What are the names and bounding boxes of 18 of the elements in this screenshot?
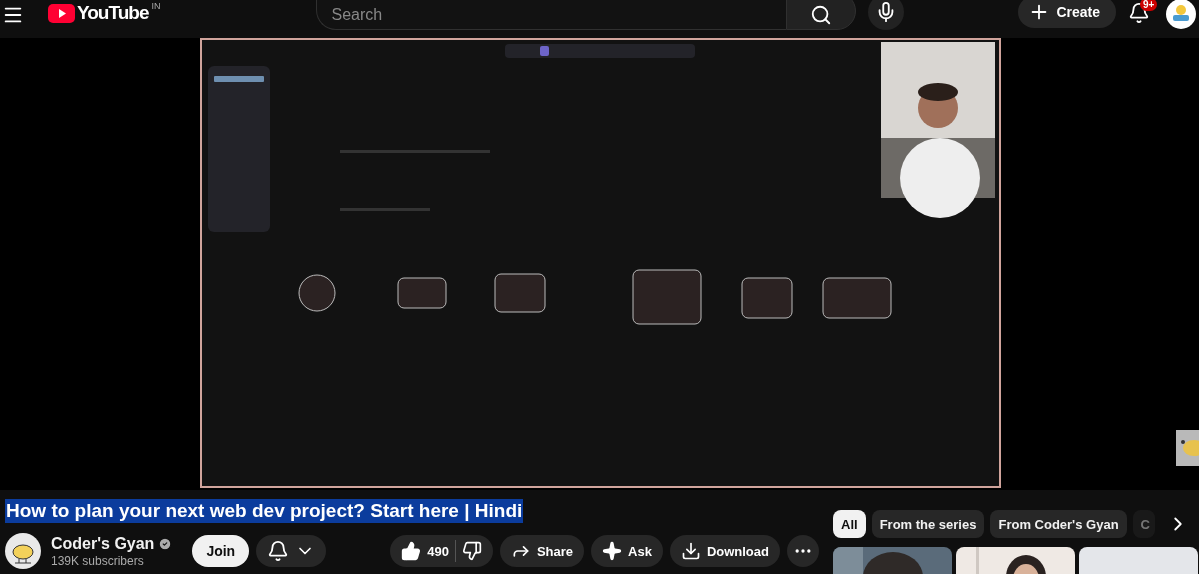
filter-chip[interactable]: All: [833, 510, 866, 538]
like-dislike-button[interactable]: 490: [390, 535, 493, 567]
channel-name[interactable]: Coder's Gyan: [51, 534, 155, 553]
share-button[interactable]: Share: [499, 535, 584, 567]
ask-button[interactable]: Ask: [591, 535, 663, 567]
join-button[interactable]: Join: [192, 535, 250, 567]
video-title: How to plan your next web dev project? Start here | Hindi: [5, 499, 524, 523]
like-count: 490: [427, 543, 449, 559]
region-label: IN: [151, 1, 161, 11]
notification-count: 9+: [1140, 0, 1158, 11]
logo-text[interactable]: YouTube: [77, 2, 149, 24]
search-field[interactable]: Search: [316, 0, 787, 30]
filter-chip[interactable]: C: [1132, 510, 1155, 538]
create-button[interactable]: Create: [1018, 0, 1117, 28]
filter-chip[interactable]: From the series: [871, 510, 985, 538]
subscriber-count: 139K subscribers: [51, 553, 145, 568]
download-button[interactable]: Download: [669, 535, 780, 567]
filter-chip[interactable]: From Coder's Gyan: [990, 510, 1127, 538]
